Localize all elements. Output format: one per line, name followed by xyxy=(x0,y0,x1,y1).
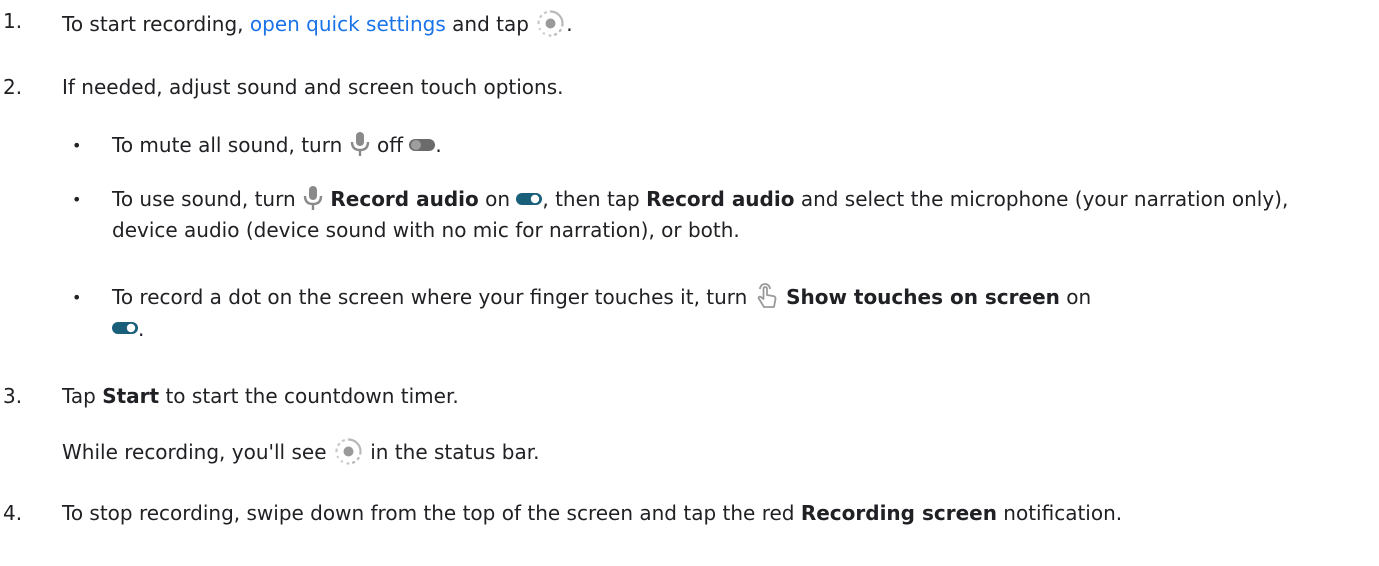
toggle-on-icon xyxy=(516,192,543,206)
record-audio-label: Record audio xyxy=(330,187,479,211)
step-text: in the status bar. xyxy=(363,440,540,464)
bullet-use-sound: • To use sound, turn Record audio on , t… xyxy=(0,184,1352,246)
record-audio-label: Record audio xyxy=(646,187,795,211)
bullet-text: . xyxy=(435,133,442,157)
step-number: 4. xyxy=(3,501,23,525)
screen-record-icon xyxy=(535,8,566,39)
step-3: 3. Tap Start to start the countdown time… xyxy=(0,381,1379,412)
toggle-on-icon xyxy=(112,321,138,335)
step-1: 1. To start recording, open quick settin… xyxy=(0,9,1379,41)
step-text: To start recording, xyxy=(62,12,250,36)
step-text: If needed, adjust sound and screen touch… xyxy=(62,75,564,99)
show-touches-label: Show touches on screen xyxy=(786,285,1060,309)
bullet-text: , then tap xyxy=(542,187,647,211)
screen-record-icon xyxy=(333,436,364,467)
bullet-dot: • xyxy=(72,190,82,209)
step-number: 3. xyxy=(3,384,23,408)
bullet-text: . xyxy=(138,316,145,341)
step-number: 1. xyxy=(3,9,23,33)
bullet-mute-sound: • To mute all sound, turn off . xyxy=(0,130,1379,161)
bullet-text: on xyxy=(478,187,517,211)
step-text: to start the countdown timer. xyxy=(159,384,459,408)
step-4: 4. To stop recording, swipe down from th… xyxy=(0,498,1262,529)
start-label: Start xyxy=(102,384,160,408)
open-quick-settings-link[interactable]: open quick settings xyxy=(250,12,446,36)
bullet-text: on xyxy=(1059,285,1092,309)
bullet-dot: • xyxy=(72,288,82,307)
recording-screen-label: Recording screen xyxy=(800,501,997,525)
bullet-text: To use sound, turn xyxy=(112,187,303,211)
step-2: 2. If needed, adjust sound and screen to… xyxy=(0,72,1379,103)
step-text: To stop recording, swipe down from the t… xyxy=(62,501,801,525)
bullet-text: off xyxy=(370,133,410,157)
bullet-text: To record a dot on the screen where your… xyxy=(112,285,754,309)
step-text: Tap xyxy=(62,384,103,408)
step-number: 2. xyxy=(3,75,23,99)
microphone-icon xyxy=(349,130,371,158)
microphone-icon xyxy=(302,184,324,212)
step-text: While recording, you'll see xyxy=(62,440,333,464)
step-3-note: While recording, you'll see in the statu… xyxy=(0,437,1379,469)
bullet-text: To mute all sound, turn xyxy=(112,133,349,157)
step-text: and tap xyxy=(445,12,536,36)
touch-hand-icon xyxy=(754,281,780,311)
bullet-dot: • xyxy=(72,136,82,155)
step-text: notification. xyxy=(996,501,1123,525)
toggle-off-icon xyxy=(409,138,436,152)
bullet-show-touches: • To record a dot on the screen where yo… xyxy=(0,282,1352,345)
step-text: . xyxy=(566,12,573,36)
